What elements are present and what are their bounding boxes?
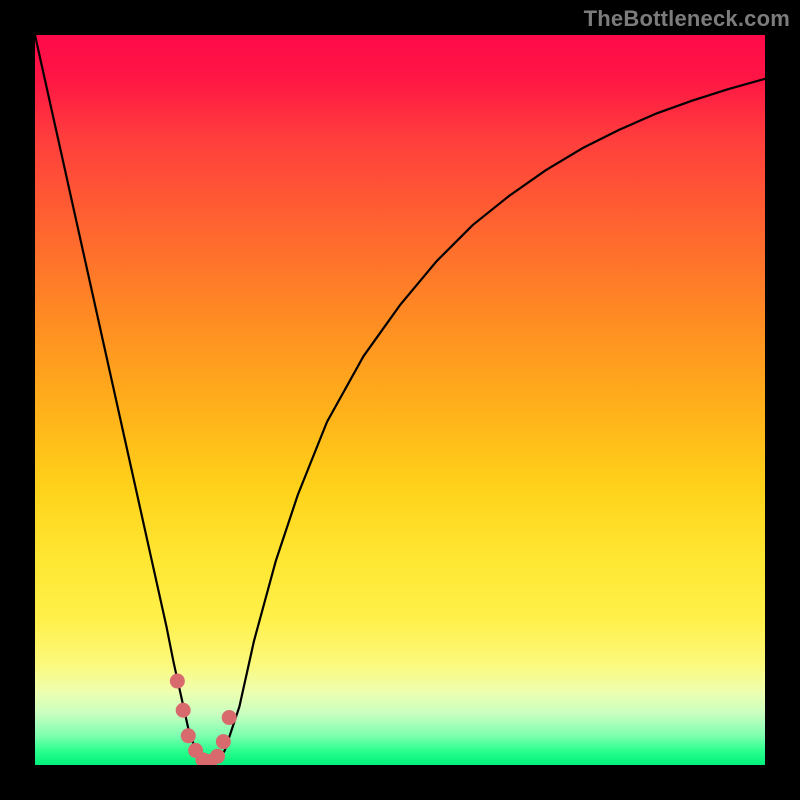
curve-markers: [170, 674, 237, 765]
curve-marker: [181, 728, 196, 743]
curve-marker: [216, 734, 231, 749]
bottleneck-curve: [35, 35, 765, 765]
plot-area: [35, 35, 765, 765]
curve-marker: [170, 674, 185, 689]
curve-marker: [176, 703, 191, 718]
watermark-text: TheBottleneck.com: [584, 6, 790, 32]
curve-marker: [210, 749, 225, 764]
chart-frame: TheBottleneck.com: [0, 0, 800, 800]
chart-svg: [35, 35, 765, 765]
curve-marker: [222, 710, 237, 725]
